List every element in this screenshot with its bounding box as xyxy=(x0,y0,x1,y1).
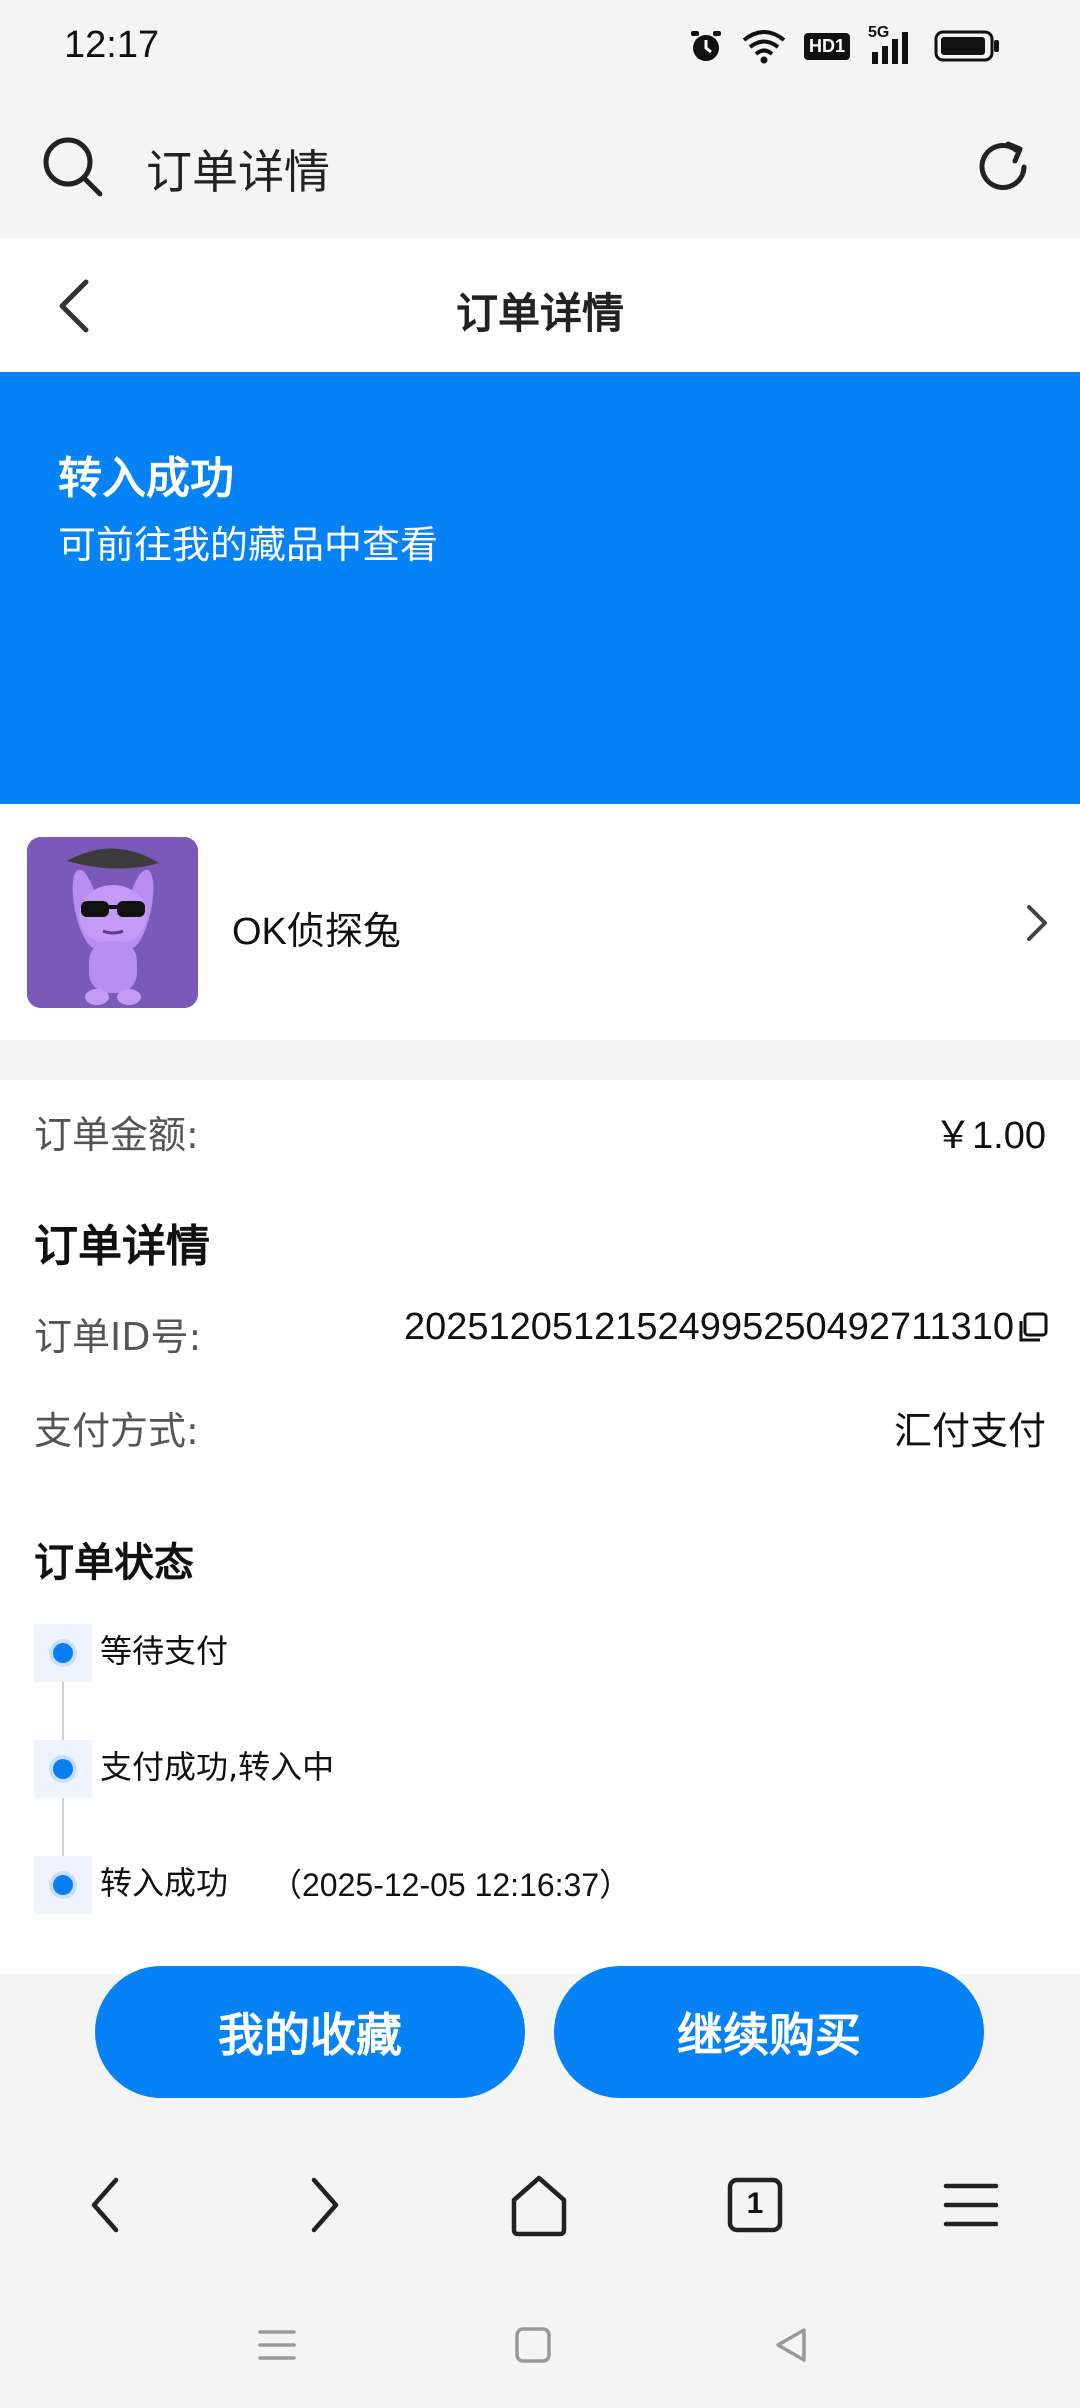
tabs-button[interactable]: 1 xyxy=(720,2170,790,2240)
amount-label: 订单金额: xyxy=(34,1113,199,1157)
payment-label: 支付方式: xyxy=(34,1409,199,1453)
order-id-label: 订单ID号: xyxy=(34,1315,202,1359)
step-dot xyxy=(34,1624,92,1682)
browser-toolbar: 1 xyxy=(0,2140,1080,2270)
refresh-icon[interactable] xyxy=(972,136,1034,198)
product-card[interactable]: OK侦探兔 xyxy=(0,804,1080,1040)
page-title: 订单详情 xyxy=(455,289,624,338)
wifi-icon xyxy=(742,30,786,64)
order-id-value: 20251205121524995250492711310 xyxy=(403,1306,1014,1348)
step-label: 转入成功 xyxy=(100,1864,229,1902)
order-details: 订单金额: ￥1.00 订单详情 订单ID号: 2025120512152499… xyxy=(0,1080,1080,1974)
back-triangle-icon[interactable] xyxy=(766,2320,816,2370)
status-banner: 转入成功 可前往我的藏品中查看 xyxy=(0,372,1080,804)
step-label: 支付成功,转入中 xyxy=(100,1748,335,1786)
chevron-right-icon[interactable] xyxy=(1024,902,1050,944)
tab-count: 1 xyxy=(746,2187,764,2220)
status-icons: HD1 5G xyxy=(688,24,1000,64)
continue-buying-button[interactable]: 继续购买 xyxy=(554,1966,984,2098)
step-time: （2025-12-05 12:16:37） xyxy=(270,1867,632,1903)
status-bar: 12:17 HD1 5G xyxy=(0,0,1080,96)
step-label: 等待支付 xyxy=(100,1632,229,1670)
address-bar[interactable]: 订单详情 xyxy=(0,96,1080,238)
step-dot xyxy=(34,1740,92,1798)
product-name[interactable]: OK侦探兔 xyxy=(232,900,401,955)
details-title: 订单详情 xyxy=(34,1221,210,1272)
payment-value: 汇付支付 xyxy=(893,1411,1046,1453)
step-dot xyxy=(34,1856,92,1914)
banner-subtitle: 可前往我的藏品中查看 xyxy=(58,523,439,567)
back-icon[interactable] xyxy=(72,2170,142,2240)
alarm-icon xyxy=(690,31,721,61)
network-label: 5G xyxy=(868,24,890,41)
banner-title: 转入成功 xyxy=(58,453,234,504)
page-header: 订单详情 xyxy=(0,238,1080,372)
home-square-icon[interactable] xyxy=(508,2320,558,2370)
system-nav-bar xyxy=(0,2290,1080,2408)
copy-icon[interactable] xyxy=(1016,1312,1048,1344)
battery-icon xyxy=(934,30,999,62)
amount-value: ￥1.00 xyxy=(934,1115,1046,1157)
forward-icon[interactable] xyxy=(288,2170,358,2240)
address-text[interactable]: 订单详情 xyxy=(146,136,330,202)
my-collection-button[interactable]: 我的收藏 xyxy=(95,1966,525,2098)
search-icon[interactable] xyxy=(40,134,106,200)
product-image xyxy=(27,837,198,1008)
status-title: 订单状态 xyxy=(34,1540,194,1586)
status-time: 12:17 xyxy=(64,24,160,66)
recents-icon[interactable] xyxy=(252,2320,302,2370)
hd-icon: HD1 xyxy=(803,32,850,60)
signal-icon: 5G xyxy=(868,24,916,64)
home-icon[interactable] xyxy=(504,2170,574,2240)
menu-icon[interactable] xyxy=(936,2170,1006,2240)
